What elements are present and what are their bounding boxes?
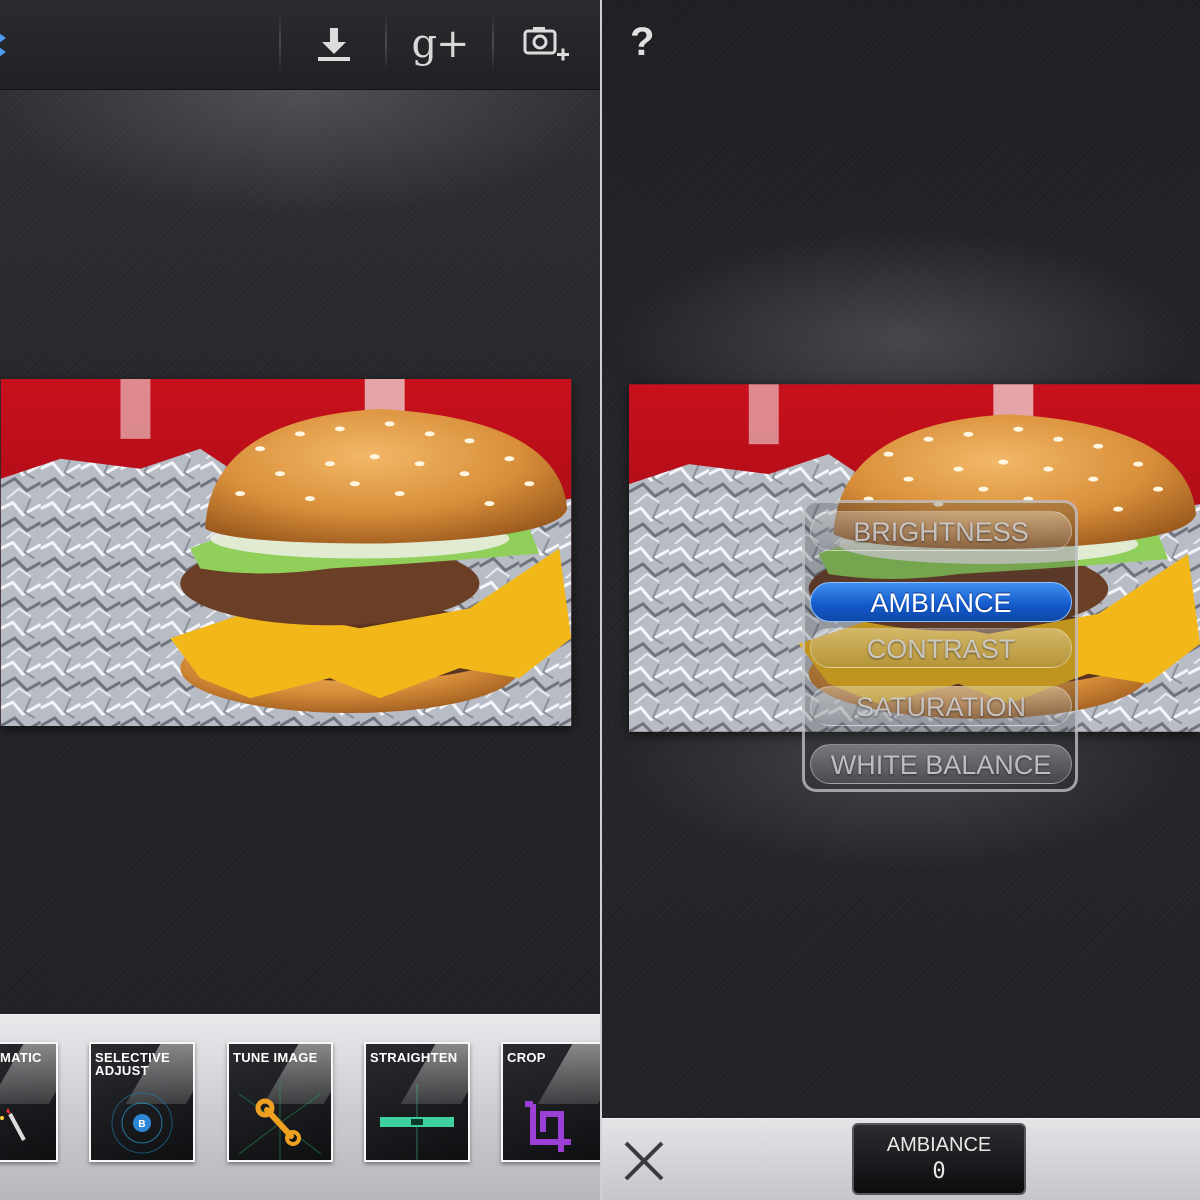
top-toolbar: g+: [0, 0, 600, 90]
help-button[interactable]: ?: [630, 20, 654, 65]
tool-label: CROP: [507, 1050, 546, 1065]
download-icon: [318, 28, 350, 61]
editor-main-screen: g+ MATIC SELECTIVE ADJUST B TUNE IMAGE S…: [0, 0, 600, 1200]
tool-label: TUNE IMAGE: [233, 1050, 318, 1065]
tool-label: MATIC: [0, 1050, 42, 1065]
crop-icon: [525, 1101, 571, 1152]
add-photo-icon: [523, 27, 569, 61]
add-photo-button[interactable]: [499, 14, 595, 74]
save-button[interactable]: [286, 14, 382, 74]
wrench-icon: [238, 1084, 322, 1160]
toolbar-divider: [492, 14, 494, 72]
tool-automatic[interactable]: MATIC: [0, 1042, 58, 1162]
adjustment-name: AMBIANCE: [886, 1134, 992, 1156]
tool-label: STRAIGHTEN: [370, 1050, 458, 1065]
tool-tune-image[interactable]: TUNE IMAGE: [227, 1042, 333, 1162]
level-icon: [380, 1084, 454, 1160]
google-plus-icon: g+: [411, 21, 469, 67]
bottom-bar: AMBIANCE 0: [602, 1118, 1200, 1200]
menu-item-contrast[interactable]: CONTRAST: [810, 628, 1072, 668]
svg-text:B: B: [138, 1119, 145, 1130]
close-icon[interactable]: [616, 1133, 672, 1189]
selective-point-icon: B: [111, 1092, 173, 1154]
burger-photo[interactable]: [0, 379, 572, 726]
adjustment-value-display[interactable]: AMBIANCE 0: [852, 1123, 1026, 1195]
adjustment-menu: BRIGHTNESS AMBIANCE CONTRAST SATURATION …: [802, 500, 1078, 792]
tool-crop[interactable]: CROP: [501, 1042, 600, 1162]
toolbar-divider: [279, 14, 281, 72]
tools-strip[interactable]: MATIC SELECTIVE ADJUST B TUNE IMAGE STRA…: [0, 1014, 600, 1200]
google-plus-share-button[interactable]: g+: [392, 14, 488, 74]
menu-item-white-balance[interactable]: WHITE BALANCE: [810, 744, 1072, 784]
app-menu-icon[interactable]: [0, 28, 12, 62]
adjustment-value: 0: [932, 1159, 946, 1184]
menu-item-saturation[interactable]: SATURATION: [810, 686, 1072, 726]
toolbar-divider: [385, 14, 387, 72]
menu-item-ambiance[interactable]: AMBIANCE: [810, 582, 1072, 622]
menu-item-brightness[interactable]: BRIGHTNESS: [810, 511, 1072, 551]
tune-image-screen: ? BRIGHTNESS AMBIANCE CONTRAST SATURATIO…: [602, 0, 1200, 1200]
magic-wand-icon: [0, 1108, 26, 1141]
tool-label: SELECTIVE ADJUST: [95, 1050, 170, 1078]
tool-straighten[interactable]: STRAIGHTEN: [364, 1042, 470, 1162]
tool-selective-adjust[interactable]: SELECTIVE ADJUST B: [89, 1042, 195, 1162]
